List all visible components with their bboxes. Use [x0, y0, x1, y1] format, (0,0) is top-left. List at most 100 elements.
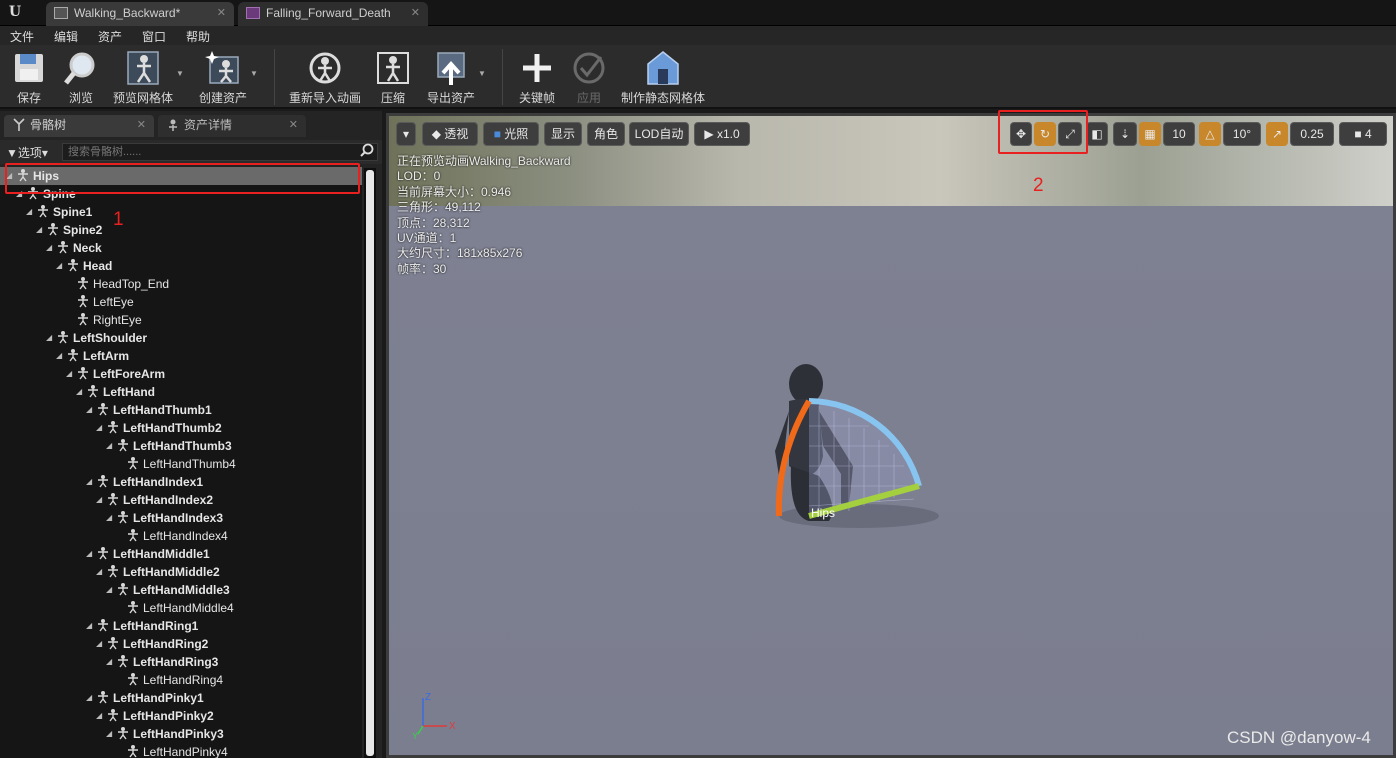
expand-arrow-icon[interactable]: ◢: [46, 329, 56, 347]
bone-row-lefthandthumb2[interactable]: ◢ LeftHandThumb2: [0, 419, 362, 437]
bone-row-lefthandring3[interactable]: ◢ LeftHandRing3: [0, 653, 362, 671]
camera-speed-button[interactable]: ■ 4: [1339, 122, 1387, 146]
expand-arrow-icon[interactable]: ◢: [66, 365, 76, 383]
bone-row-lefteye[interactable]: LeftEye: [0, 293, 362, 311]
expand-arrow-icon[interactable]: ◢: [86, 617, 96, 635]
animation-viewport[interactable]: Hips ▾ ◆ 透视 ■ 光照 显示 角色 LOD自动 ▶ x1.0 ✥ ↻ …: [386, 113, 1396, 758]
menu-edit[interactable]: 编辑: [54, 28, 78, 45]
reimport-animation-button[interactable]: 重新导入动画: [288, 49, 362, 107]
expand-arrow-icon[interactable]: ◢: [96, 707, 106, 725]
expand-arrow-icon[interactable]: ◢: [46, 239, 56, 257]
bone-row-lefthandindex4[interactable]: LeftHandIndex4: [0, 527, 362, 545]
bone-row-righteye[interactable]: RightEye: [0, 311, 362, 329]
menu-window[interactable]: 窗口: [142, 28, 166, 45]
save-button[interactable]: 保存: [8, 49, 50, 107]
expand-arrow-icon[interactable]: ◢: [96, 491, 106, 509]
bone-row-lefthandthumb4[interactable]: LeftHandThumb4: [0, 455, 362, 473]
options-dropdown[interactable]: ▼选项▾: [6, 144, 48, 161]
create-asset-button[interactable]: 创建资产: [196, 49, 250, 107]
perspective-button[interactable]: ◆ 透视: [422, 122, 478, 146]
bone-row-lefthandpinky1[interactable]: ◢ LeftHandPinky1: [0, 689, 362, 707]
bone-row-spine2[interactable]: ◢ Spine2: [0, 221, 362, 239]
compress-button[interactable]: 压缩: [372, 49, 414, 107]
keyframe-button[interactable]: 关键帧: [516, 49, 558, 107]
expand-arrow-icon[interactable]: ◢: [96, 563, 106, 581]
viewport-options-button[interactable]: ▾: [396, 122, 416, 146]
expand-arrow-icon[interactable]: ◢: [106, 509, 116, 527]
bone-row-leftforearm[interactable]: ◢ LeftForeArm: [0, 365, 362, 383]
bone-row-lefthandpinky4[interactable]: LeftHandPinky4: [0, 743, 362, 758]
chevron-down-icon[interactable]: ▼: [478, 69, 486, 78]
bone-row-headtop_end[interactable]: HeadTop_End: [0, 275, 362, 293]
search-icon[interactable]: [360, 143, 374, 157]
character-button[interactable]: 角色: [587, 122, 625, 146]
bone-row-lefthandring1[interactable]: ◢ LeftHandRing1: [0, 617, 362, 635]
surface-snap-button[interactable]: ⇣: [1113, 122, 1137, 146]
bone-row-leftshoulder[interactable]: ◢ LeftShoulder: [0, 329, 362, 347]
scale-snap-toggle[interactable]: ↗: [1266, 122, 1288, 146]
skeleton-search-input[interactable]: [62, 143, 378, 161]
bone-row-lefthandmiddle3[interactable]: ◢ LeftHandMiddle3: [0, 581, 362, 599]
expand-arrow-icon[interactable]: ◢: [86, 401, 96, 419]
playback-speed-button[interactable]: ▶ x1.0: [694, 122, 750, 146]
chevron-down-icon[interactable]: ▼: [250, 69, 258, 78]
close-icon[interactable]: ✕: [411, 2, 420, 24]
show-button[interactable]: 显示: [544, 122, 582, 146]
expand-arrow-icon[interactable]: ◢: [86, 689, 96, 707]
bone-row-lefthandmiddle1[interactable]: ◢ LeftHandMiddle1: [0, 545, 362, 563]
bone-row-lefthandindex3[interactable]: ◢ LeftHandIndex3: [0, 509, 362, 527]
expand-arrow-icon[interactable]: ◢: [96, 635, 106, 653]
bone-row-lefthand[interactable]: ◢ LeftHand: [0, 383, 362, 401]
tab-skeleton-tree[interactable]: 骨骼树 ✕: [4, 115, 154, 137]
bone-row-neck[interactable]: ◢ Neck: [0, 239, 362, 257]
close-icon[interactable]: ✕: [217, 2, 226, 24]
bone-row-lefthandmiddle4[interactable]: LeftHandMiddle4: [0, 599, 362, 617]
grid-snap-toggle[interactable]: ▦: [1139, 122, 1161, 146]
make-static-mesh-button[interactable]: 制作静态网格体: [620, 49, 706, 107]
menu-help[interactable]: 帮助: [186, 28, 210, 45]
bone-row-lefthandmiddle2[interactable]: ◢ LeftHandMiddle2: [0, 563, 362, 581]
bone-row-lefthandpinky3[interactable]: ◢ LeftHandPinky3: [0, 725, 362, 743]
apply-button[interactable]: 应用: [568, 49, 610, 107]
tab-asset-details[interactable]: 资产详情 ✕: [158, 115, 306, 137]
preview-mesh-button[interactable]: 预览网格体: [112, 49, 174, 107]
tab-walking-backward[interactable]: Walking_Backward* ✕: [46, 2, 234, 26]
menu-asset[interactable]: 资产: [98, 28, 122, 45]
bone-row-lefthandring2[interactable]: ◢ LeftHandRing2: [0, 635, 362, 653]
character-preview[interactable]: [749, 356, 949, 556]
tree-scrollbar[interactable]: [364, 168, 376, 758]
lod-auto-button[interactable]: LOD自动: [629, 122, 689, 146]
expand-arrow-icon[interactable]: ◢: [96, 419, 106, 437]
bone-row-lefthandring4[interactable]: LeftHandRing4: [0, 671, 362, 689]
close-icon[interactable]: ✕: [137, 115, 146, 136]
expand-arrow-icon[interactable]: ◢: [56, 257, 66, 275]
bone-row-lefthandindex2[interactable]: ◢ LeftHandIndex2: [0, 491, 362, 509]
tab-falling-forward-death[interactable]: Falling_Forward_Death ✕: [238, 2, 428, 26]
menu-file[interactable]: 文件: [10, 28, 34, 45]
bone-row-leftarm[interactable]: ◢ LeftArm: [0, 347, 362, 365]
expand-arrow-icon[interactable]: ◢: [76, 383, 86, 401]
expand-arrow-icon[interactable]: ◢: [56, 347, 66, 365]
expand-arrow-icon[interactable]: ◢: [86, 473, 96, 491]
world-local-button[interactable]: ◧: [1086, 122, 1108, 146]
lit-button[interactable]: ■ 光照: [483, 122, 539, 146]
browse-button[interactable]: 浏览: [60, 49, 102, 107]
close-icon[interactable]: ✕: [289, 115, 298, 136]
expand-arrow-icon[interactable]: ◢: [106, 653, 116, 671]
bone-row-lefthandpinky2[interactable]: ◢ LeftHandPinky2: [0, 707, 362, 725]
chevron-down-icon[interactable]: ▼: [176, 69, 184, 78]
export-asset-button[interactable]: 导出资产: [424, 49, 478, 107]
bone-row-spine1[interactable]: ◢ Spine1: [0, 203, 362, 221]
grid-snap-value[interactable]: 10: [1163, 122, 1195, 146]
bone-row-lefthandthumb3[interactable]: ◢ LeftHandThumb3: [0, 437, 362, 455]
bone-row-lefthandthumb1[interactable]: ◢ LeftHandThumb1: [0, 401, 362, 419]
expand-arrow-icon[interactable]: ◢: [26, 203, 36, 221]
rotation-snap-value[interactable]: 10°: [1223, 122, 1261, 146]
bone-row-lefthandindex1[interactable]: ◢ LeftHandIndex1: [0, 473, 362, 491]
rotation-snap-toggle[interactable]: △: [1199, 122, 1221, 146]
scale-snap-value[interactable]: 0.25: [1290, 122, 1334, 146]
expand-arrow-icon[interactable]: ◢: [106, 725, 116, 743]
expand-arrow-icon[interactable]: ◢: [36, 221, 46, 239]
expand-arrow-icon[interactable]: ◢: [106, 581, 116, 599]
expand-arrow-icon[interactable]: ◢: [86, 545, 96, 563]
